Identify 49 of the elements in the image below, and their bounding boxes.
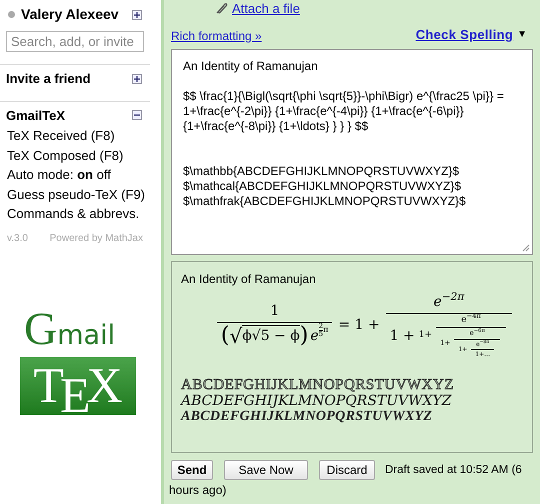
- menu-item[interactable]: Guess pseudo-TeX (F9): [0, 186, 150, 203]
- radical-icon: √: [229, 326, 242, 346]
- math-term: π: [323, 324, 328, 336]
- attach-file-link[interactable]: Attach a file: [232, 2, 300, 14]
- save-button[interactable]: Save Now: [224, 460, 308, 480]
- paperclip-icon: [215, 2, 228, 14]
- expand-icon[interactable]: [132, 74, 142, 84]
- body-text-line: $$ \frac{1}{\Bigl(\sqrt{\phi \sqrt{5}}-\phi\Bigr) e^{\frac25 \pi}} =: [183, 88, 504, 104]
- body-text-line: $\mathcal{ABCDEFGHIJKLMNOPQRSTUVWXYZ}$: [183, 178, 462, 194]
- discard-button[interactable]: Discard: [319, 460, 375, 480]
- draft-status: hours ago): [169, 482, 226, 496]
- resize-grip-icon[interactable]: [522, 244, 530, 252]
- section-title[interactable]: GmailTeX: [6, 106, 66, 125]
- logo-banner: TEX: [20, 356, 136, 414]
- check-spelling-link[interactable]: Check Spelling: [416, 25, 514, 44]
- message-body-field[interactable]: [171, 48, 533, 254]
- math-term: e: [310, 326, 319, 346]
- math-term: 1+: [418, 329, 432, 342]
- section-title[interactable]: Invite a friend: [6, 69, 91, 88]
- rich-formatting-link[interactable]: Rich formatting »: [171, 26, 262, 44]
- math-term: = 1 +: [338, 316, 380, 334]
- version-label: v.3.0: [7, 232, 28, 246]
- body-text-line: {1+\frac{e^{-8\pi}} {1+\ldots} } } } $$: [183, 118, 368, 134]
- menu-item[interactable]: TeX Received (F8): [0, 128, 150, 144]
- math-alphabet: ABCDEFGHIJKLMNOPQRSTUVWXYZ: [181, 376, 454, 392]
- menu-item[interactable]: Auto mode: on off: [0, 167, 150, 184]
- contact-name[interactable]: Valery Alexeev: [21, 4, 119, 25]
- math-alphabet: ABCDEFGHIJKLMNOPQRSTUVWXYZ: [181, 392, 452, 408]
- math-alphabet: ABCDEFGHIJKLMNOPQRSTUVWXYZ: [181, 408, 432, 424]
- draft-status: Draft saved at 10:52 AM (6: [385, 462, 522, 478]
- menu-item[interactable]: Commands & abbrevs.: [0, 206, 150, 222]
- search-field[interactable]: Search, add, or invite: [6, 31, 144, 52]
- math-term: ϕ√5 − ϕ: [242, 325, 300, 347]
- collapse-icon[interactable]: [132, 110, 142, 120]
- body-text-line: An Identity of Ramanujan: [183, 58, 318, 74]
- body-text-line: $\mathfrak{ABCDEFGHIJKLMNOPQRSTUVWXYZ}$: [183, 194, 466, 208]
- expand-icon[interactable]: [132, 10, 142, 20]
- math-term: e$^{−2π}$: [434, 294, 464, 310]
- preview-title: An Identity of Ramanujan: [181, 270, 317, 288]
- math-term: 1 +: [390, 326, 415, 346]
- math-term: 1: [270, 303, 280, 319]
- math-term: ): [300, 325, 308, 347]
- dropdown-caret[interactable]: ▼: [517, 27, 527, 42]
- body-text-line: 1+\frac{e^{-2\pi}} {1+\frac{e^{-4\pi}} {1+\frac{e^{-6\pi}}: [183, 104, 464, 118]
- math-term: (: [220, 325, 230, 347]
- logo-wordmark: Gmail: [23, 308, 116, 356]
- body-text-line: $\mathbb{ABCDEFGHIJKLMNOPQRSTUVWXYZ}$: [183, 164, 460, 178]
- menu-item[interactable]: TeX Composed (F8): [0, 148, 150, 164]
- send-button[interactable]: Send: [171, 460, 213, 480]
